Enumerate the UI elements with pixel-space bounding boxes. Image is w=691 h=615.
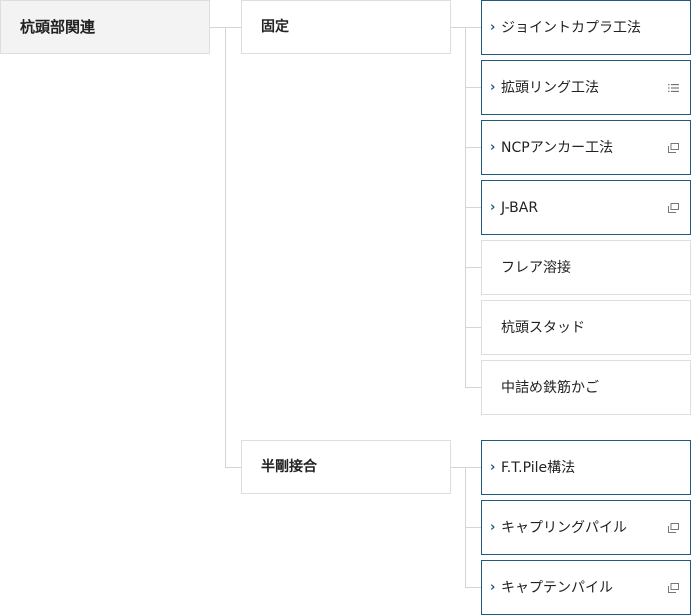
method-label: キャプリングパイル [501,519,627,536]
group-semi-rigid: 半剛接合 [241,440,451,494]
method-label: 杭頭スタッド [501,319,585,336]
method-label: J-BAR [501,199,539,216]
connector-root-spine [225,27,226,468]
method-link-expanded-ring[interactable]: › 拡頭リング工法 [481,60,691,115]
connector-root [210,27,226,28]
method-link-j-bar[interactable]: › J-BAR [481,180,691,235]
connector-leaf [465,587,481,588]
list-icon [668,83,679,92]
method-label: ジョイントカプラ工法 [501,19,641,36]
method-label: NCPアンカー工法 [501,139,614,156]
chevron-right-icon: › [490,580,496,595]
method-label: 拡頭リング工法 [501,79,599,96]
method-link-capring-pile[interactable]: › キャプリングパイル [481,500,691,555]
chevron-right-icon: › [490,20,496,35]
method-item-flare-welding: フレア溶接 [481,240,691,295]
chevron-right-icon: › [490,460,496,475]
chevron-right-icon: › [490,80,496,95]
method-link-ncp-anchor[interactable]: › NCPアンカー工法 [481,120,691,175]
method-item-infill-rebar-cage: 中詰め鉄筋かご [481,360,691,415]
connector-leaf [465,267,481,268]
group-label: 半剛接合 [261,459,317,475]
chevron-right-icon: › [490,520,496,535]
method-item-pile-head-stud: 杭頭スタッド [481,300,691,355]
connector-leaf [465,87,481,88]
connector-leaf [465,147,481,148]
connector-leaf [465,207,481,208]
root-category: 杭頭部関連 [0,0,210,54]
method-link-joint-coupler[interactable]: › ジョイントカプラ工法 [481,0,691,55]
method-label: F.T.Pile構法 [501,459,576,476]
method-label: キャプテンパイル [501,579,613,596]
connector-leaf [465,467,481,468]
method-link-captain-pile[interactable]: › キャプテンパイル [481,560,691,615]
method-label: フレア溶接 [501,259,571,276]
connector-leaf [465,327,481,328]
connector-leaf [465,527,481,528]
external-window-icon [668,522,679,533]
connector-semirigid [451,467,466,468]
group-fixed: 固定 [241,0,451,54]
connector-leaf [465,27,481,28]
connector-fixed [451,27,466,28]
method-link-ft-pile[interactable]: › F.T.Pile構法 [481,440,691,495]
method-label: 中詰め鉄筋かご [501,379,599,396]
external-window-icon [668,142,679,153]
root-category-label: 杭頭部関連 [20,17,96,36]
group-label: 固定 [261,19,289,35]
chevron-right-icon: › [490,140,496,155]
connector-leaf [465,387,481,388]
external-window-icon [668,582,679,593]
connector-group-fixed [225,27,241,28]
chevron-right-icon: › [490,200,496,215]
method-tree: 杭頭部関連 固定 半剛接合 › ジョイントカプラ工法 › 拡頭リング工法 › N… [0,0,691,615]
connector-group-semirigid [225,467,241,468]
external-window-icon [668,202,679,213]
